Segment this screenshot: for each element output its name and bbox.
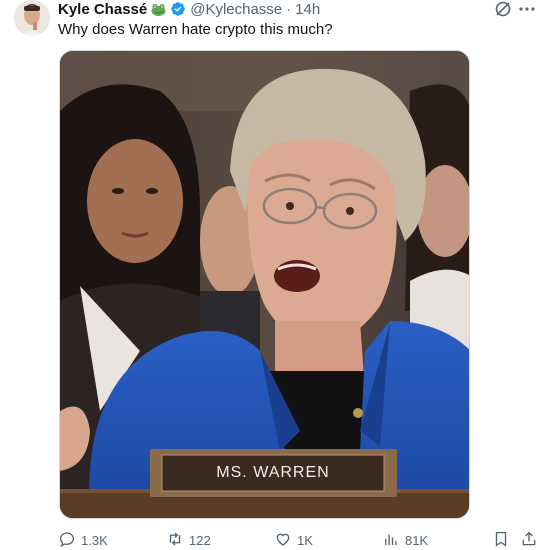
avatar[interactable] [14,0,50,36]
tweet-photo[interactable]: MS. WARREN [59,50,470,519]
share-button[interactable] [520,530,538,550]
timestamp[interactable]: 14h [295,1,320,18]
like-count: 1K [297,533,313,548]
views-count: 81K [405,533,429,548]
reply-button[interactable]: 1.3K [58,530,108,550]
tweet-header: Kyle Chassé @Kylechasse · 14h [58,0,320,18]
reply-icon [58,530,76,550]
tweet-text: Why does Warren hate crypto this much? [58,21,333,38]
action-bar: 1.3K 122 1K 81K [58,530,538,550]
views-icon [382,530,400,550]
like-icon [274,530,292,550]
views-button[interactable]: 81K [382,530,428,550]
retweet-icon [166,530,184,550]
tweet-card[interactable]: Kyle Chassé @Kylechasse · 14h Why does W… [0,0,550,550]
verified-icon [170,1,186,17]
more-icon[interactable] [518,1,536,17]
author-handle[interactable]: @Kylechasse [190,1,282,18]
separator-dot: · [286,0,292,18]
retweet-count: 122 [189,533,211,548]
share-icon [520,530,538,550]
like-button[interactable]: 1K [274,530,313,550]
bookmark-button[interactable] [492,530,510,550]
grok-icon[interactable] [494,0,512,18]
retweet-button[interactable]: 122 [166,530,211,550]
reply-count: 1.3K [81,533,108,548]
author-name[interactable]: Kyle Chassé [58,1,147,18]
nameplate-text: MS. WARREN [216,464,330,481]
frog-icon [151,3,166,16]
bookmark-icon [492,530,510,550]
